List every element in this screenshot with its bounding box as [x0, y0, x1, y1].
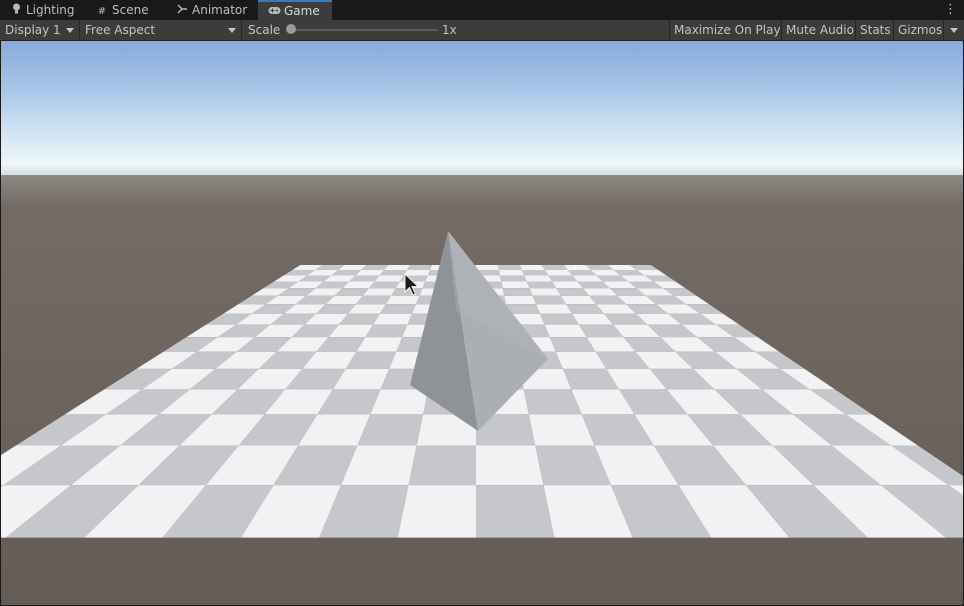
plane-tile — [519, 265, 545, 270]
grid-icon: # — [97, 6, 107, 17]
plane-tile — [521, 269, 549, 276]
plane-tile — [384, 265, 411, 270]
tab-label: Animator — [192, 3, 248, 17]
plane-tile — [476, 445, 544, 486]
plane-tile — [536, 304, 573, 314]
lightbulb-icon — [10, 2, 22, 22]
scale-label: Scale — [248, 23, 281, 37]
aspect-dropdown[interactable]: Free Aspect — [80, 20, 242, 40]
tab-label: Lighting — [26, 3, 75, 17]
plane-tile — [498, 269, 525, 276]
tab-lighting[interactable]: Lighting — [0, 0, 80, 20]
plane-tile — [397, 485, 476, 538]
plane-tile — [373, 313, 412, 325]
scale-slider-handle[interactable] — [286, 24, 296, 34]
game-render — [1, 41, 963, 605]
tab-scene[interactable]: # Scene — [86, 0, 166, 20]
gizmos-button[interactable]: Gizmos — [893, 20, 943, 40]
chevron-down-icon — [228, 28, 236, 33]
plane-tile — [540, 313, 579, 325]
plane-tile — [403, 269, 431, 276]
maximize-on-play-button[interactable]: Maximize On Play — [669, 20, 781, 40]
display-dropdown[interactable]: Display 1 — [0, 20, 80, 40]
plane-tile — [504, 295, 537, 305]
chevron-down-icon — [66, 28, 74, 33]
plane-tile — [407, 265, 433, 270]
tab-game[interactable]: Game — [258, 0, 332, 20]
plane-tile — [385, 295, 420, 305]
stats-button[interactable]: Stats — [855, 20, 893, 40]
plane-tile — [532, 295, 567, 305]
plane-tile — [529, 288, 561, 296]
animator-icon — [176, 2, 188, 22]
plane-tile — [408, 445, 476, 486]
plane-tile — [497, 265, 522, 270]
plane-tile — [500, 275, 527, 282]
game-view-toolbar: Display 1 Free Aspect Scale 1x Maximize … — [0, 20, 964, 41]
plane-tile — [524, 275, 553, 282]
plane-tile — [541, 265, 568, 270]
gizmos-dropdown[interactable] — [943, 20, 964, 40]
chevron-down-icon — [950, 28, 958, 33]
plane-tile — [501, 281, 530, 289]
aspect-dropdown-value: Free Aspect — [85, 23, 156, 37]
plane-tile — [476, 265, 499, 270]
scale-value: 1x — [442, 23, 457, 37]
scale-slider-track[interactable] — [290, 29, 438, 31]
editor-tab-bar: Lighting # Scene Animator Game ⋮ — [0, 0, 964, 21]
sky — [1, 41, 963, 181]
plane-tile — [379, 269, 408, 276]
tab-label: Scene — [112, 3, 149, 17]
plane-tile — [379, 304, 416, 314]
plane-tile — [476, 485, 555, 538]
plane-tile — [374, 275, 404, 282]
display-dropdown-value: Display 1 — [5, 23, 61, 37]
plane-tile — [544, 269, 573, 276]
plane-tile — [526, 281, 557, 289]
plane-tile — [502, 288, 533, 296]
game-viewport[interactable] — [1, 41, 963, 605]
tab-animator[interactable]: Animator — [166, 0, 258, 20]
tab-label: Game — [284, 4, 320, 18]
more-options-icon[interactable]: ⋮ — [944, 0, 957, 20]
plane-tile — [548, 275, 578, 282]
mute-audio-button[interactable]: Mute Audio — [781, 20, 855, 40]
plane-tile — [399, 275, 428, 282]
